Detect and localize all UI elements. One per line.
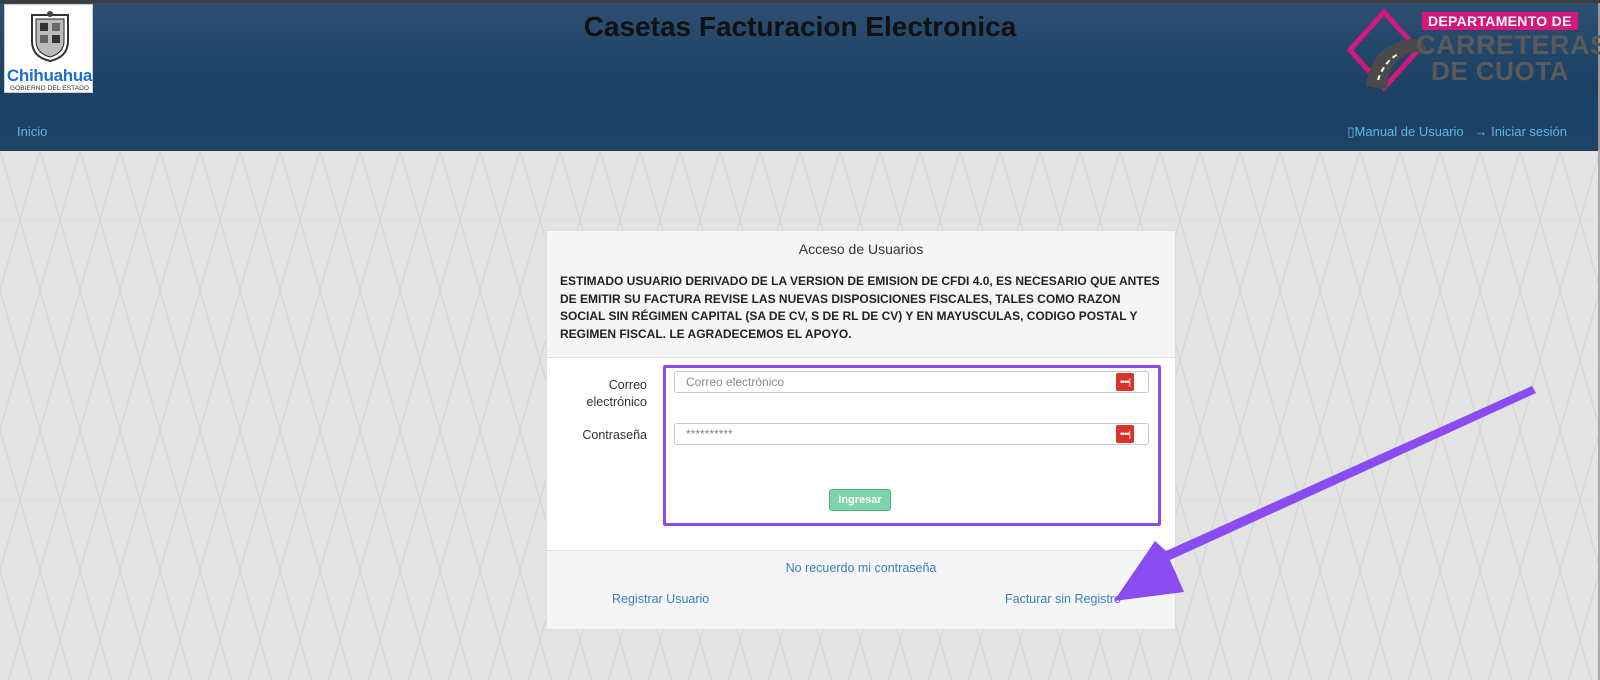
- password-label: Contraseña: [582, 428, 647, 442]
- login-form: Correo electrónico Correo electrónico ••…: [547, 357, 1175, 551]
- logo-right-line3: DE CUOTA: [1431, 56, 1569, 86]
- carreteras-logo: DEPARTAMENTO DE CARRETERAS DE CUOTA: [1344, 6, 1600, 96]
- user-manual-link[interactable]: ▯Manual de Usuario: [1347, 124, 1463, 139]
- login-link[interactable]: → Iniciar sesión: [1475, 124, 1568, 139]
- email-placeholder: Correo electrónico: [686, 375, 785, 389]
- site-header: Chihuahua GOBIERNO DEL ESTADO Casetas Fa…: [0, 3, 1600, 151]
- login-label: Iniciar sesión: [1491, 124, 1567, 139]
- logo-left-subtitle: GOBIERNO DEL ESTADO: [9, 85, 90, 92]
- logo-right-line1: DEPARTAMENTO DE: [1422, 12, 1578, 30]
- password-field[interactable]: ********** ••••|: [674, 423, 1149, 445]
- nav-home-link[interactable]: Inicio: [17, 124, 47, 139]
- panel-title: Acceso de Usuarios: [798, 241, 924, 257]
- nav-right: ▯Manual de Usuario → Iniciar sesión: [1347, 124, 1567, 140]
- forgot-password-link[interactable]: No recuerdo mi contraseña: [547, 561, 1175, 575]
- register-user-link[interactable]: Registrar Usuario: [612, 592, 709, 606]
- password-manager-icon[interactable]: ••••|: [1116, 373, 1134, 391]
- sign-in-icon: →: [1474, 124, 1488, 139]
- email-label: Correo electrónico: [586, 378, 647, 409]
- submit-button[interactable]: Ingresar: [829, 489, 891, 511]
- password-placeholder: **********: [686, 427, 733, 441]
- logo-left-name: Chihuahua: [6, 66, 93, 85]
- password-manager-icon[interactable]: ••••|: [1116, 425, 1134, 443]
- cfdi-notice: ESTIMADO USUARIO DERIVADO DE LA VERSION …: [560, 274, 1160, 341]
- invoice-without-registration-link[interactable]: Facturar sin Registro: [1005, 592, 1121, 606]
- login-panel: Acceso de Usuarios ESTIMADO USUARIO DERI…: [546, 230, 1176, 630]
- email-field[interactable]: Correo electrónico ••••|: [674, 371, 1149, 393]
